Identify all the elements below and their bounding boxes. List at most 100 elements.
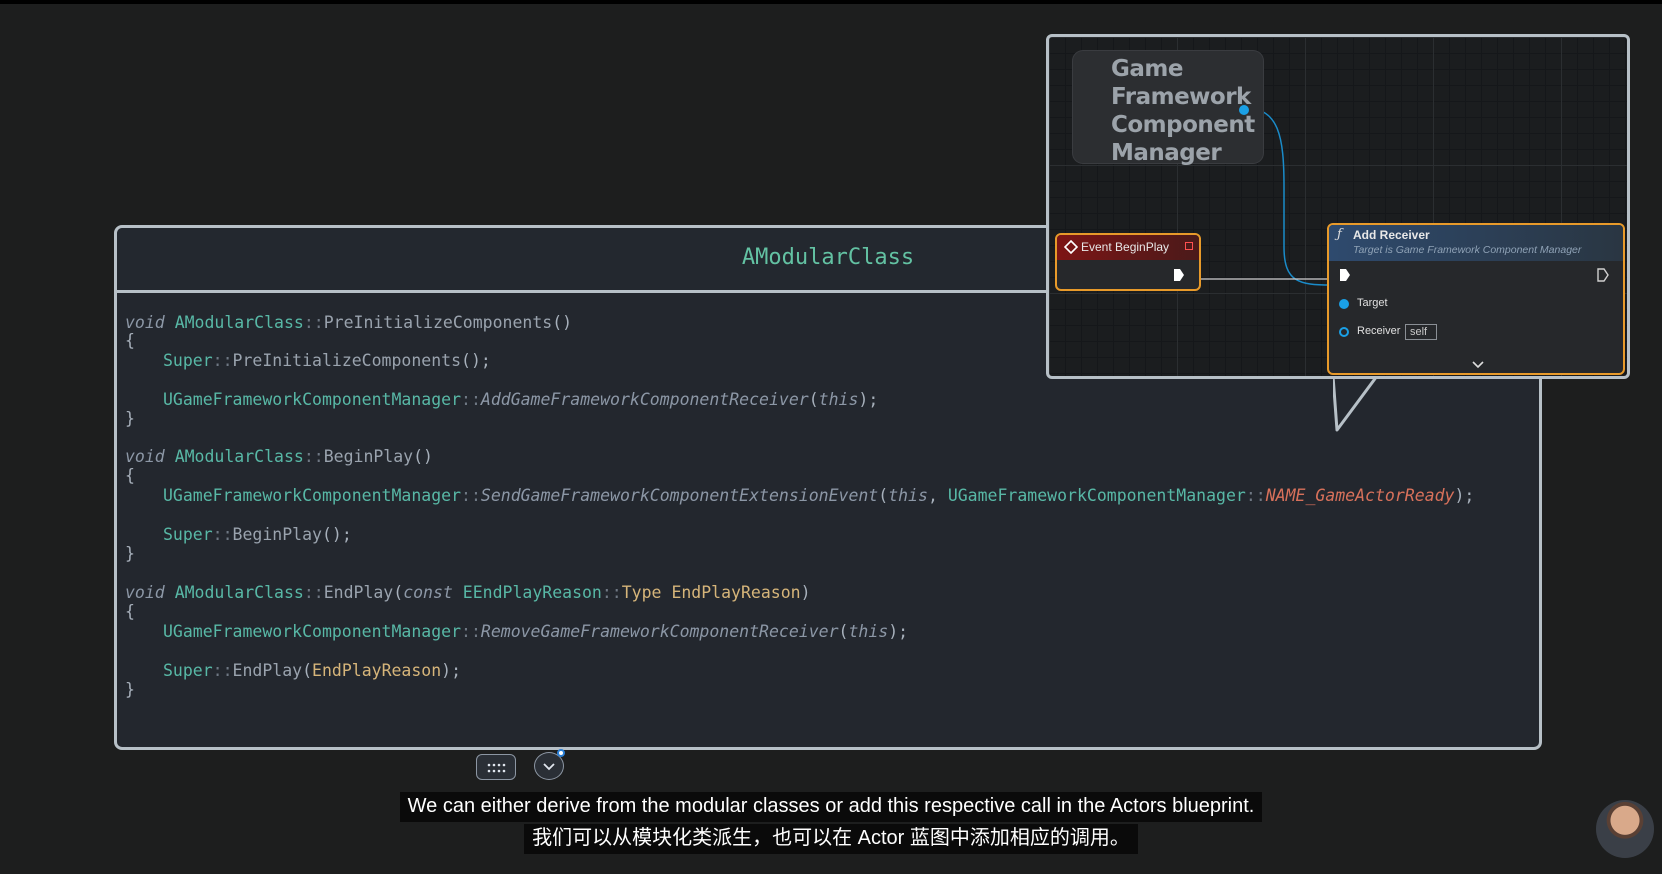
code-token: :: bbox=[461, 622, 481, 641]
code-token: this bbox=[818, 390, 859, 409]
code-line: Super::BeginPlay(); bbox=[163, 525, 352, 544]
code-token: Super bbox=[163, 661, 213, 680]
blueprint-panel: Game Framework Component Manager Event B… bbox=[1046, 34, 1630, 379]
add-receiver-header: ƒ Add Receiver Target is Game Framework … bbox=[1329, 225, 1623, 261]
code-token: } bbox=[125, 680, 135, 699]
grid-button[interactable] bbox=[476, 754, 516, 780]
code-token: UGameFrameworkComponentManager bbox=[947, 486, 1246, 505]
code-token: () bbox=[413, 447, 433, 466]
code-line: Super::EndPlay(EndPlayReason); bbox=[163, 661, 461, 680]
code-token: AModularClass bbox=[174, 447, 304, 466]
manager-node-title: Game Framework Component Manager bbox=[1111, 56, 1255, 166]
code-token: EndPlayReason bbox=[671, 583, 801, 602]
code-line: Super::PreInitializeComponents(); bbox=[163, 351, 491, 370]
target-pin-icon[interactable] bbox=[1339, 299, 1349, 309]
code-line: { bbox=[125, 466, 135, 485]
code-line: { bbox=[125, 602, 135, 621]
code-line: void AModularClass::PreInitializeCompone… bbox=[125, 313, 572, 332]
code-token: Type bbox=[621, 583, 662, 602]
add-receiver-node[interactable]: ƒ Add Receiver Target is Game Framework … bbox=[1327, 223, 1625, 375]
manager-node[interactable]: Game Framework Component Manager bbox=[1073, 51, 1263, 166]
code-token: ( bbox=[808, 390, 819, 409]
code-token: ); bbox=[1454, 486, 1475, 505]
code-token: const bbox=[403, 583, 453, 602]
code-token: :: bbox=[1245, 486, 1266, 505]
chevron-button[interactable] bbox=[534, 749, 565, 780]
exec-out-pin-icon[interactable] bbox=[1597, 268, 1609, 282]
code-token: :: bbox=[212, 525, 233, 544]
code-token: , bbox=[927, 486, 948, 505]
add-receiver-title: Add Receiver bbox=[1353, 228, 1430, 242]
target-pin-label: Target bbox=[1357, 297, 1388, 309]
code-token: EndPlay bbox=[232, 661, 303, 680]
code-token: NAME_GameActorReady bbox=[1265, 486, 1455, 505]
function-icon: ƒ bbox=[1337, 227, 1342, 242]
code-token: EndPlay bbox=[323, 583, 394, 602]
code-token: ( bbox=[302, 661, 313, 680]
code-token: BeginPlay bbox=[323, 447, 414, 466]
code-token: EEndPlayReason bbox=[462, 583, 602, 602]
code-line: } bbox=[125, 680, 135, 699]
code-token: :: bbox=[212, 351, 233, 370]
code-line: void AModularClass::BeginPlay() bbox=[125, 447, 433, 466]
code-token: this bbox=[888, 486, 928, 505]
caption-chinese: 我们可以从模块化类派生，也可以在 Actor 蓝图中添加相应的调用。 bbox=[524, 824, 1138, 854]
chevron-down-icon[interactable] bbox=[1472, 361, 1484, 369]
code-token: UGameFrameworkComponentManager bbox=[163, 622, 462, 641]
code-token: void bbox=[125, 447, 165, 466]
add-receiver-subtitle: Target is Game Framework Component Manag… bbox=[1353, 244, 1582, 256]
delegate-pin-icon[interactable] bbox=[1185, 242, 1193, 250]
chevron-down-icon bbox=[543, 763, 555, 771]
code-token: ); bbox=[888, 622, 909, 641]
receiver-default-field[interactable]: self bbox=[1405, 324, 1437, 340]
code-token: AddGameFrameworkComponentReceiver bbox=[480, 390, 809, 409]
receiver-pin-label: Receiver bbox=[1357, 325, 1401, 337]
code-token: :: bbox=[303, 447, 324, 466]
code-token: ) bbox=[800, 583, 811, 602]
code-token: (); bbox=[321, 525, 352, 544]
grid-icon bbox=[487, 763, 506, 773]
manager-output-pin[interactable] bbox=[1239, 105, 1249, 115]
code-token: RemoveGameFrameworkComponentReceiver bbox=[480, 622, 839, 641]
code-token: } bbox=[125, 409, 135, 428]
code-token: UGameFrameworkComponentManager bbox=[163, 486, 462, 505]
code-token: () bbox=[552, 313, 573, 332]
receiver-pin-icon[interactable] bbox=[1339, 327, 1349, 337]
event-node-header: Event BeginPlay bbox=[1057, 235, 1199, 260]
event-beginplay-node[interactable]: Event BeginPlay bbox=[1055, 233, 1201, 291]
code-line: void AModularClass::EndPlay(const EEndPl… bbox=[125, 583, 811, 602]
exec-out-pin-icon[interactable] bbox=[1173, 268, 1185, 282]
code-token: BeginPlay bbox=[232, 525, 322, 544]
exec-in-pin-icon[interactable] bbox=[1339, 268, 1351, 282]
captions: We can either derive from the modular cl… bbox=[0, 792, 1662, 856]
code-token: { bbox=[125, 331, 135, 350]
code-token: Super bbox=[163, 351, 213, 370]
code-token: EndPlayReason bbox=[312, 661, 442, 680]
code-token: UGameFrameworkComponentManager bbox=[163, 390, 462, 409]
code-token: { bbox=[125, 466, 135, 485]
code-token: :: bbox=[461, 390, 481, 409]
code-token: ); bbox=[441, 661, 462, 680]
code-token: :: bbox=[212, 661, 233, 680]
code-token: ( bbox=[878, 486, 889, 505]
code-line: } bbox=[125, 409, 135, 428]
event-node-title: Event BeginPlay bbox=[1081, 240, 1170, 254]
code-token: :: bbox=[303, 583, 324, 602]
code-line: UGameFrameworkComponentManager::RemoveGa… bbox=[163, 622, 908, 641]
code-token: Super bbox=[163, 525, 213, 544]
event-diamond-icon bbox=[1064, 240, 1078, 254]
code-line: UGameFrameworkComponentManager::SendGame… bbox=[163, 486, 1474, 505]
bubble-tail bbox=[1333, 376, 1379, 432]
code-token: void bbox=[125, 313, 165, 332]
code-token: this bbox=[848, 622, 889, 641]
code-line: UGameFrameworkComponentManager::AddGameF… bbox=[163, 390, 878, 409]
code-token: ); bbox=[858, 390, 879, 409]
avatar[interactable] bbox=[1596, 800, 1654, 858]
code-token: ( bbox=[838, 622, 849, 641]
code-token: ( bbox=[393, 583, 404, 602]
